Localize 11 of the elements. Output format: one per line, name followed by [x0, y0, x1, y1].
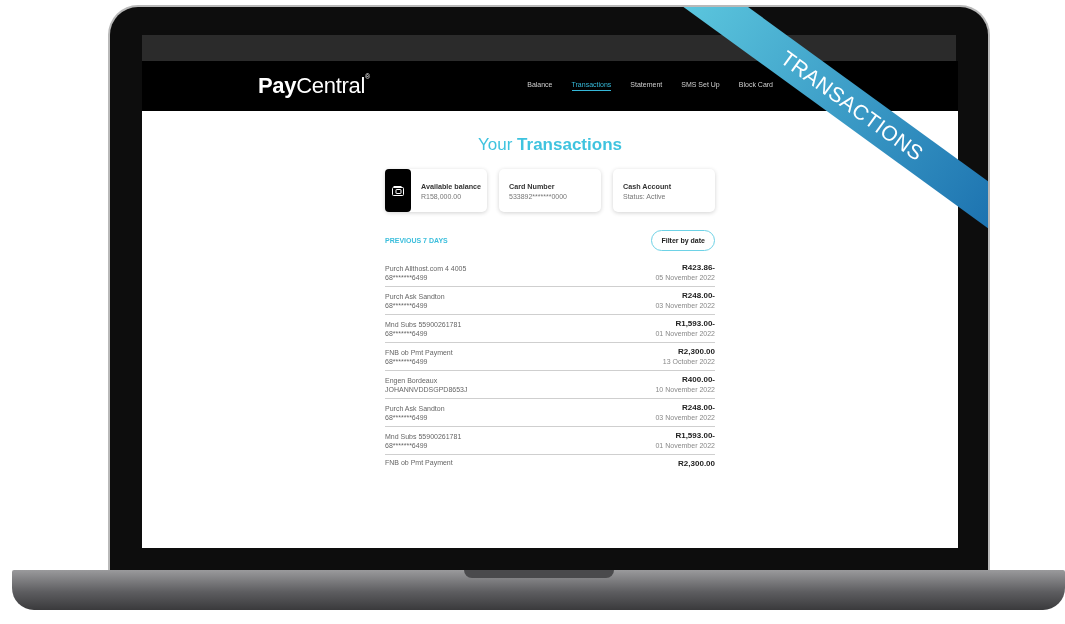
transaction-amount: R248.00- — [682, 291, 715, 300]
transaction-amount: R400.00- — [682, 375, 715, 384]
transaction-amount: R248.00- — [682, 403, 715, 412]
transaction-amount: R1,593.00- — [675, 319, 715, 328]
transaction-amount: R1,593.00- — [675, 431, 715, 440]
transaction-amount: R423.86- — [682, 263, 715, 272]
transaction-amount: R2,300.00 — [678, 459, 715, 468]
brand-logo: PayCentral$^{®}$ — [258, 73, 370, 99]
wallet-icon — [392, 185, 404, 196]
page-title: Your Transactions — [477, 135, 623, 155]
transaction-amount: R2,300.00 — [678, 347, 715, 356]
